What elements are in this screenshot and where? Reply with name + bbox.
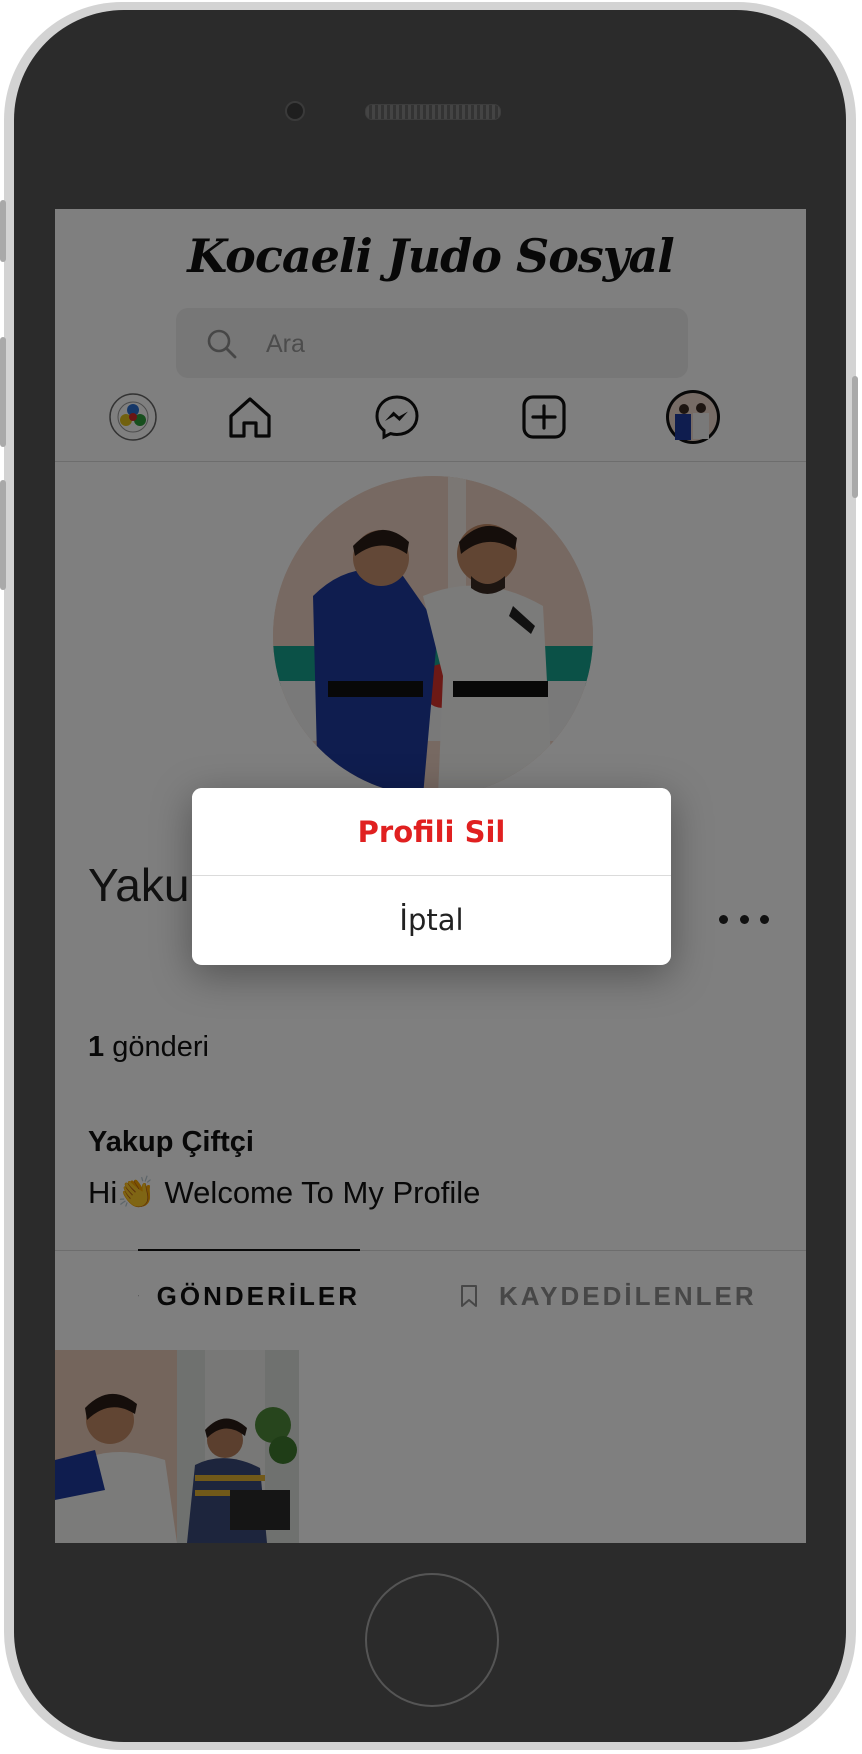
power-button bbox=[852, 376, 858, 498]
home-button[interactable] bbox=[365, 1573, 499, 1707]
volume-up-button bbox=[0, 337, 6, 447]
profile-options-dialog: Profili Sil İptal bbox=[192, 788, 671, 965]
volume-down-button bbox=[0, 480, 6, 590]
cancel-button[interactable]: İptal bbox=[192, 876, 671, 964]
delete-profile-button[interactable]: Profili Sil bbox=[192, 788, 671, 876]
app-screen: Kocaeli Judo Sosyal bbox=[55, 209, 806, 1543]
mute-switch bbox=[0, 200, 6, 262]
front-camera bbox=[285, 101, 305, 121]
earpiece-speaker bbox=[365, 104, 501, 120]
